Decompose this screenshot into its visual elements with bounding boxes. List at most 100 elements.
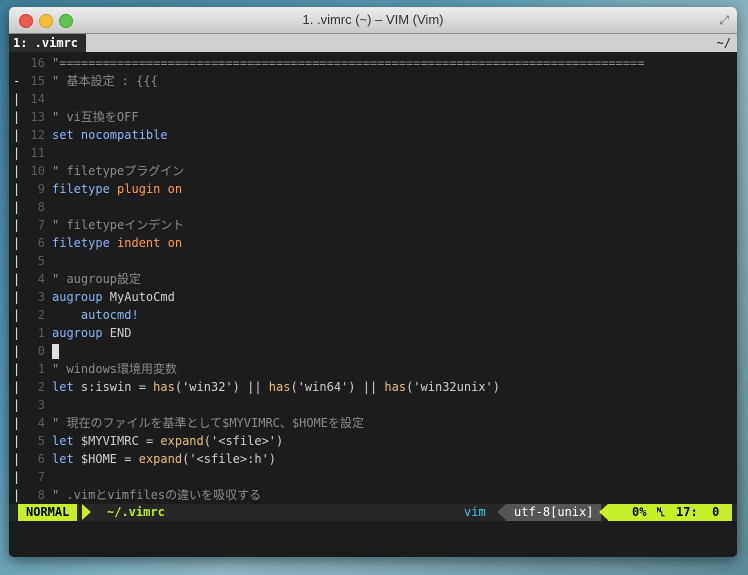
fold-marker: | bbox=[13, 254, 21, 268]
line-text bbox=[52, 342, 59, 360]
line-text: augroup MyAutoCmd bbox=[52, 288, 175, 306]
line-text: " windows環境用変数 bbox=[52, 360, 177, 378]
code-token: " 現在のファイルを基準として$MYVIMRC、$HOMEを設定 bbox=[52, 416, 365, 430]
code-token: expand bbox=[138, 452, 183, 466]
line-number: 3 bbox=[37, 290, 45, 304]
line-text: " 現在のファイルを基準として$MYVIMRC、$HOMEを設定 bbox=[52, 414, 364, 432]
code-token: ('win32unix') bbox=[406, 380, 500, 394]
status-encoding: utf-8[unix] bbox=[506, 504, 602, 521]
code-token: = bbox=[138, 434, 161, 448]
fold-marker: | bbox=[13, 164, 21, 178]
fold-marker: | bbox=[13, 344, 21, 358]
code-token: has bbox=[153, 380, 175, 394]
line-number: 5 bbox=[37, 434, 45, 448]
code-token: has bbox=[384, 380, 407, 394]
fullscreen-icon[interactable]: ⤢ bbox=[719, 13, 729, 28]
fold-marker: | bbox=[13, 434, 21, 448]
fold-marker: | bbox=[13, 362, 21, 376]
line-number: 4 bbox=[37, 272, 45, 286]
fold-marker: | bbox=[13, 200, 21, 214]
line-number: 10 bbox=[30, 164, 45, 178]
code-token: s:iswin bbox=[73, 380, 132, 394]
code-token: MyAutoCmd bbox=[102, 290, 175, 304]
code-token: let bbox=[52, 434, 74, 448]
mode-indicator: NORMAL bbox=[18, 504, 78, 521]
status-filetype: vim bbox=[464, 505, 486, 519]
line-text: set nocompatible bbox=[52, 126, 168, 144]
line-number: 4 bbox=[37, 416, 45, 430]
line-number: 0 bbox=[37, 344, 45, 358]
editor-buffer[interactable]: 16 "=====================================… bbox=[9, 54, 737, 502]
line-number: 6 bbox=[37, 236, 45, 250]
fold-marker bbox=[13, 54, 21, 72]
code-token: on bbox=[160, 182, 183, 196]
fold-marker: | bbox=[13, 488, 21, 502]
fold-marker: | bbox=[13, 218, 21, 232]
text-cursor bbox=[52, 344, 59, 359]
code-token: nocompatible bbox=[73, 128, 168, 142]
fold-marker: | bbox=[13, 308, 21, 322]
code-token: " filetypeインデント bbox=[52, 218, 185, 232]
fold-marker: | bbox=[13, 182, 21, 196]
code-token: filetype bbox=[52, 182, 110, 196]
line-text: " vi互換をOFF bbox=[52, 108, 139, 126]
line-number: 3 bbox=[37, 398, 45, 412]
fold-marker: | bbox=[13, 470, 21, 484]
code-token: on bbox=[160, 236, 183, 250]
line-number: 7 bbox=[37, 470, 45, 484]
code-token: filetype bbox=[52, 236, 110, 250]
status-percent: 0% bbox=[632, 505, 647, 519]
line-number: 1 bbox=[37, 362, 45, 376]
window-title: 1. .vimrc (~) – VIM (Vim) bbox=[302, 12, 444, 27]
fold-marker: | bbox=[13, 128, 21, 142]
line-number: 2 bbox=[37, 308, 45, 322]
line-number: 15 bbox=[30, 74, 45, 88]
line-text: filetype plugin on bbox=[52, 180, 182, 198]
code-token: " windows環境用変数 bbox=[52, 362, 178, 376]
fold-marker: | bbox=[13, 146, 21, 160]
code-token: "=======================================… bbox=[52, 56, 645, 70]
line-text: " filetypeインデント bbox=[52, 216, 184, 234]
line-number: 8 bbox=[37, 200, 45, 214]
line-text: " filetypeプラグイン bbox=[52, 162, 184, 180]
code-token: " filetypeプラグイン bbox=[52, 164, 185, 178]
line-number: 2 bbox=[37, 380, 45, 394]
code-token: = bbox=[117, 452, 139, 466]
line-number: 6 bbox=[37, 452, 45, 466]
code-token: expand bbox=[160, 434, 204, 448]
status-filename: ~/.vimrc bbox=[107, 505, 165, 519]
line-number: 12 bbox=[30, 128, 45, 142]
line-text: filetype indent on bbox=[52, 234, 182, 252]
fold-marker: | bbox=[13, 416, 21, 430]
code-token: " vi互換をOFF bbox=[52, 110, 139, 124]
code-token: $HOME bbox=[73, 452, 118, 466]
fold-marker: | bbox=[13, 452, 21, 466]
line-number: 13 bbox=[30, 110, 45, 124]
fold-marker: | bbox=[13, 398, 21, 412]
code-token: " 基本設定 : {{{ bbox=[52, 74, 158, 88]
fold-marker: | bbox=[13, 290, 21, 304]
fold-marker: | bbox=[13, 272, 21, 286]
command-line[interactable] bbox=[9, 521, 737, 557]
code-token: ('win32') || bbox=[174, 380, 269, 394]
status-line: NORMAL ~/.vimrc vim utf-8[unix] 0% ␤ 17:… bbox=[9, 504, 737, 521]
vim-window: 1. .vimrc (~) – VIM (Vim) ⤢ 1: .vimrc ~/… bbox=[9, 7, 737, 557]
line-number: 16 bbox=[30, 56, 45, 70]
line-text: let s:iswin = has('win32') || has('win64… bbox=[52, 378, 500, 396]
line-number: 8 bbox=[37, 488, 45, 502]
code-token: augroup bbox=[52, 290, 103, 304]
code-token: ('win64') || bbox=[290, 380, 385, 394]
line-number: 5 bbox=[37, 254, 45, 268]
line-text: " .vimとvimfilesの違いを吸収する bbox=[52, 486, 261, 504]
fold-marker: | bbox=[13, 110, 21, 124]
line-number: 7 bbox=[37, 218, 45, 232]
tab-vimrc[interactable]: 1: .vimrc bbox=[9, 34, 87, 52]
code-token: set bbox=[52, 128, 74, 142]
code-token: ('<sfile>') bbox=[203, 434, 284, 448]
line-text: augroup END bbox=[52, 324, 131, 342]
code-token: " augroup設定 bbox=[52, 272, 142, 286]
code-token: plugin bbox=[109, 182, 161, 196]
code-token: = bbox=[131, 380, 154, 394]
line-text: let $HOME = expand('<sfile>:h') bbox=[52, 450, 276, 468]
fold-marker: | bbox=[13, 326, 21, 340]
